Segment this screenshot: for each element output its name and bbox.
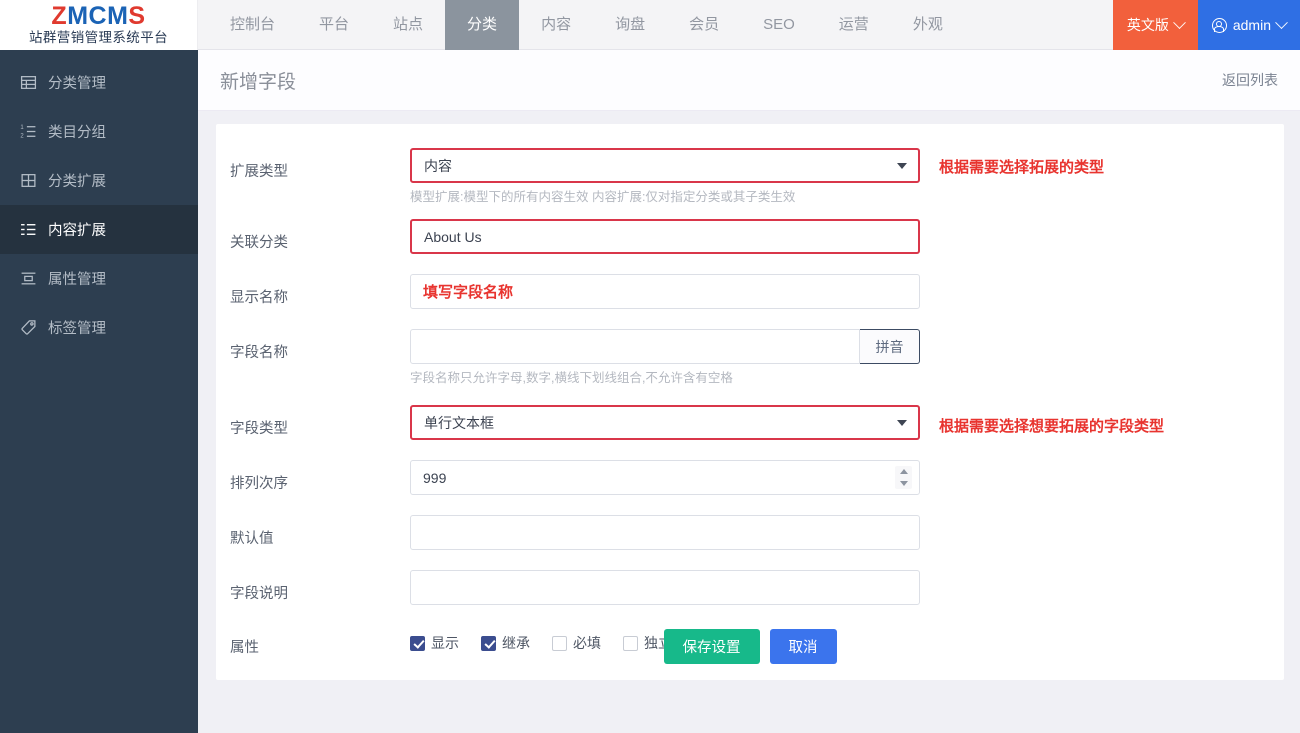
table-icon (20, 74, 37, 91)
chevron-down-icon (1275, 15, 1288, 29)
chevron-down-icon (1172, 15, 1186, 29)
sidebar-item-label: 类目分组 (48, 125, 106, 141)
pinyin-button[interactable]: 拼音 (860, 329, 920, 364)
ordered-list-icon: 1 2 (20, 123, 37, 140)
sidebar-item-category-group[interactable]: 1 2 类目分组 (0, 107, 198, 156)
grid-icon (20, 172, 37, 189)
display-name-input[interactable] (410, 274, 920, 309)
nav-item-platform[interactable]: 平台 (297, 0, 371, 50)
field-type-select-wrap[interactable] (410, 405, 920, 440)
field-name-input-group: 拼音 (410, 329, 920, 364)
field-type-label: 字段类型 (230, 421, 288, 437)
user-menu[interactable]: admin (1197, 0, 1300, 50)
field-desc-control (410, 570, 920, 605)
svg-text:2: 2 (20, 133, 23, 139)
field-form-card: 扩展类型 模型扩展:模型下的所有内容生效 内容扩展:仅对指定分类或其子类生效 关… (216, 124, 1284, 680)
main-nav: 控制台 平台 站点 分类 内容 询盘 会员 SEO 运营 外观 (198, 0, 1113, 50)
cancel-button[interactable]: 取消 (769, 629, 837, 664)
form-row-sort-order: 排列次序 (216, 440, 1284, 495)
sidebar-item-label: 分类管理 (48, 76, 106, 92)
sort-order-input[interactable] (410, 460, 920, 495)
back-to-list-link[interactable]: 返回列表 (1222, 70, 1278, 90)
related-category-control (410, 219, 920, 254)
sidebar-item-content-extend[interactable]: 内容扩展 (0, 205, 198, 254)
sidebar-item-label: 属性管理 (48, 272, 106, 288)
field-desc-label: 字段说明 (230, 586, 288, 602)
annotation-field-type: 根据需要选择想要拓展的字段类型 (939, 418, 1165, 435)
nav-item-content[interactable]: 内容 (519, 0, 593, 50)
form-row-ext-type: 扩展类型 模型扩展:模型下的所有内容生效 内容扩展:仅对指定分类或其子类生效 (216, 124, 1284, 205)
field-name-control: 拼音 字段名称只允许字母,数字,横线下划线组合,不允许含有空格 (410, 329, 920, 386)
related-category-label: 关联分类 (230, 235, 288, 251)
user-avatar-icon (1211, 17, 1227, 33)
tag-icon (20, 319, 37, 336)
ext-type-select-wrap[interactable] (410, 148, 920, 183)
field-type-control (410, 405, 920, 440)
ext-type-select[interactable] (410, 148, 920, 183)
page-title: 新增字段 (220, 71, 297, 93)
language-label: 英文版 (1126, 17, 1169, 33)
annotation-ext-type: 根据需要选择拓展的类型 (939, 159, 1105, 176)
form-row-default-value: 默认值 (216, 495, 1284, 550)
form-row-field-desc: 字段说明 (216, 550, 1284, 605)
field-type-select[interactable] (410, 405, 920, 440)
sidebar: 分类管理 1 2 类目分组 分类扩展 内容扩展 属性管理 标签管理 (0, 50, 198, 733)
page-header: 新增字段 返回列表 (198, 50, 1300, 111)
sidebar-item-attribute-manage[interactable]: 属性管理 (0, 254, 198, 303)
default-value-control (410, 515, 920, 550)
related-category-input[interactable] (410, 219, 920, 254)
field-name-hint: 字段名称只允许字母,数字,横线下划线组合,不允许含有空格 (410, 371, 733, 385)
form-row-display-name: 显示名称 (216, 254, 1284, 309)
nav-item-seo[interactable]: SEO (741, 0, 817, 50)
svg-text:1: 1 (20, 125, 24, 131)
sidebar-item-label: 分类扩展 (48, 174, 106, 190)
sidebar-item-category-extend[interactable]: 分类扩展 (0, 156, 198, 205)
display-name-control (410, 274, 920, 309)
form-action-bar: 保存设置 取消 (216, 613, 1284, 680)
ext-type-label: 扩展类型 (230, 164, 288, 180)
sidebar-item-label: 内容扩展 (48, 223, 106, 239)
list-settings-icon (20, 221, 37, 238)
nav-item-member[interactable]: 会员 (667, 0, 741, 50)
layout-icon (20, 270, 37, 287)
logo-wordmark: ZMCMS (51, 4, 145, 29)
stepper-up-icon[interactable] (899, 469, 908, 475)
field-desc-input[interactable] (410, 570, 920, 605)
logo-letter-z: Z (51, 2, 68, 30)
stepper-buttons[interactable] (895, 466, 912, 489)
logo-letter-s: S (128, 2, 146, 30)
save-button[interactable]: 保存设置 (663, 629, 760, 664)
logo-letters-mcm: MCM (67, 2, 129, 30)
ext-type-control: 模型扩展:模型下的所有内容生效 内容扩展:仅对指定分类或其子类生效 (410, 148, 920, 205)
sort-order-stepper[interactable] (410, 460, 920, 495)
form-row-related-category: 关联分类 (216, 205, 1284, 254)
app-logo[interactable]: ZMCMS 站群营销管理系统平台 (0, 0, 198, 50)
sort-order-control (410, 460, 920, 495)
sidebar-item-category-manage[interactable]: 分类管理 (0, 58, 198, 107)
nav-item-dashboard[interactable]: 控制台 (208, 0, 297, 50)
sidebar-item-label: 标签管理 (48, 321, 106, 337)
form-row-field-name: 字段名称 拼音 字段名称只允许字母,数字,横线下划线组合,不允许含有空格 (216, 309, 1284, 386)
ext-type-hint: 模型扩展:模型下的所有内容生效 内容扩展:仅对指定分类或其子类生效 (410, 190, 796, 204)
top-bar: ZMCMS 站群营销管理系统平台 控制台 平台 站点 分类 内容 询盘 会员 S… (0, 0, 1300, 50)
field-name-input[interactable] (410, 329, 860, 364)
nav-item-appearance[interactable]: 外观 (891, 0, 965, 50)
default-value-label: 默认值 (230, 531, 274, 547)
default-value-input[interactable] (410, 515, 920, 550)
sort-order-label: 排列次序 (230, 476, 288, 492)
language-switcher[interactable]: 英文版 (1112, 0, 1198, 50)
nav-item-inquiry[interactable]: 询盘 (593, 0, 667, 50)
logo-subtitle: 站群营销管理系统平台 (29, 30, 168, 45)
nav-item-site[interactable]: 站点 (371, 0, 445, 50)
display-name-label: 显示名称 (230, 290, 288, 306)
user-name-label: admin (1232, 17, 1271, 33)
sidebar-item-tag-manage[interactable]: 标签管理 (0, 303, 198, 352)
nav-item-category[interactable]: 分类 (445, 0, 520, 50)
nav-item-operations[interactable]: 运营 (817, 0, 891, 50)
field-name-label: 字段名称 (230, 345, 288, 361)
stepper-down-icon[interactable] (899, 480, 908, 486)
